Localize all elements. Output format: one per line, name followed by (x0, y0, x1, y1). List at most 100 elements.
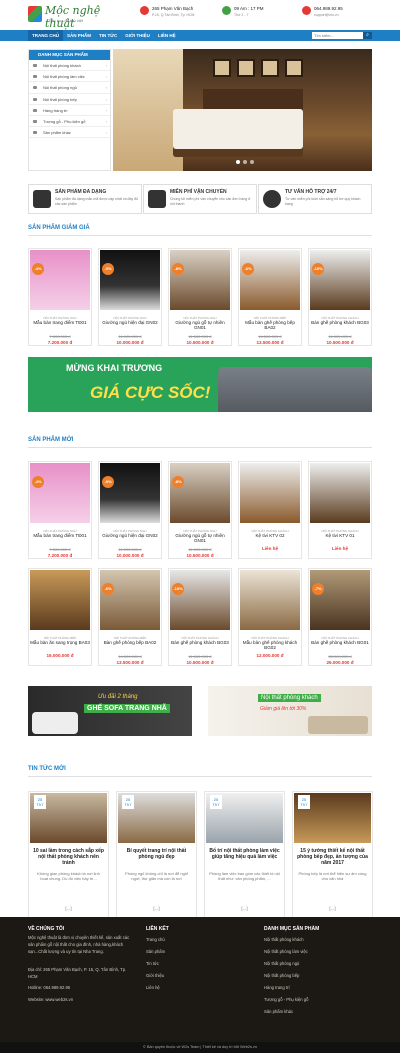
product-card[interactable]: -9% NỘI THẤT PHÒNG NGỦ Giường ngủ hiện đại… (98, 461, 162, 559)
footer-cat-decor[interactable]: Hàng trang trí (264, 985, 290, 990)
product-image[interactable] (240, 250, 300, 310)
product-card[interactable]: -10% NỘI THẤT PHÒNG KHÁCH Bàn ghế phòng kh… (168, 568, 232, 666)
product-image[interactable] (170, 250, 230, 310)
search-icon[interactable]: ⌕ (363, 32, 372, 39)
nav-products[interactable]: SẢN PHẨM (63, 30, 95, 41)
product-card[interactable]: NỘI THẤT PHÒNG KHÁCH Kệ tivi KTV 02 Liên h… (238, 461, 302, 559)
product-card[interactable]: -8% NỘI THẤT PHÒNG NGỦ Giường ngủ gỗ tự nh… (168, 248, 232, 346)
sidebar-item-other[interactable]: Sản phẩm khác (29, 127, 110, 139)
news-title[interactable]: 15 ý tưởng thiết kế nội thất phòng bếp đ… (296, 848, 369, 866)
product-name[interactable]: Giường ngủ gỗ tự nhiên GN01 (170, 320, 230, 330)
news-read-more[interactable]: [...] (29, 906, 108, 911)
feature-variety: SẢN PHẨM ĐA DẠNG Sản phẩm đa dạng mẫu mã… (28, 184, 142, 214)
product-image[interactable] (30, 570, 90, 630)
ad-sofa[interactable]: Ưu đãi 2 tháng GHẾ SOFA TRANG NHÃ (28, 686, 192, 736)
product-card[interactable]: NỘI THẤT PHÒNG BẾP Mẫu bàn ăn sang trọng … (28, 568, 92, 666)
promo-banner[interactable]: MỪNG KHAI TRƯƠNG GIÁ CỰC SỐC! (28, 357, 372, 412)
product-name[interactable]: Mẫu bàn ghế phòng bếp BA02 (240, 320, 300, 330)
feature-title: TƯ VẤN HỖ TRỢ 24/7 (285, 189, 337, 195)
footer-link-news[interactable]: Tin tức (146, 961, 159, 966)
product-image[interactable] (240, 570, 300, 630)
footer-link-contact[interactable]: Liên hệ (146, 985, 160, 990)
sidebar-item-living[interactable]: Nội thất phòng khách (29, 60, 110, 72)
footer-cat-other[interactable]: Sản phẩm khác (264, 1009, 293, 1014)
news-card[interactable]: 25 Th7 10 sai lầm trong cách sắp xếp nội t… (28, 791, 109, 919)
ad-living[interactable]: Nội thất phòng khách Giảm giá lên tới 30… (208, 686, 372, 736)
product-image[interactable] (170, 570, 230, 630)
product-name[interactable]: Giường ngủ hiện đại GN02 (100, 533, 160, 538)
product-card[interactable]: NỘI THẤT PHÒNG KHÁCH Mẫu bàn ghế phòng kh… (238, 568, 302, 666)
news-title[interactable]: 10 sai lầm trong cách sắp xếp nội thất p… (32, 848, 105, 866)
footer-cat-kitchen[interactable]: Nội thất phòng bếp (264, 973, 299, 978)
footer-cat-statues[interactable]: Tượng gỗ - Phụ kiện gỗ (264, 997, 308, 1002)
product-name[interactable]: Bàn ghế phòng khách BG01 (310, 640, 370, 645)
sidebar-item-decor[interactable]: Hàng trang trí (29, 105, 110, 116)
footer-link-about[interactable]: Giới thiệu (146, 973, 164, 978)
news-read-more[interactable]: [...] (205, 906, 284, 911)
product-price: 13.500.000 đ (116, 660, 144, 665)
sidebar-item-office[interactable]: Nội thất phòng làm việc (29, 71, 110, 83)
news-read-more[interactable]: [...] (293, 906, 372, 911)
slider-dot[interactable] (243, 160, 247, 164)
footer-website[interactable]: Website: www.web2s.vn (28, 997, 73, 1004)
sidebar-item-bedroom[interactable]: Nội thất phòng ngủ (29, 82, 110, 94)
product-image[interactable] (240, 463, 300, 523)
product-image[interactable] (310, 250, 370, 310)
product-price: 13.500.000 đ (256, 340, 284, 345)
news-read-more[interactable]: [...] (117, 906, 196, 911)
product-name[interactable]: Mẫu bàn ăn sang trọng BA03 (30, 640, 90, 645)
product-card[interactable]: NỘI THẤT PHÒNG KHÁCH Kệ tivi KTV 01 Liên h… (308, 461, 372, 559)
sidebar-item-wood-statues[interactable]: Tượng gỗ - Phụ kiện gỗ (29, 116, 110, 128)
product-card[interactable]: -6% NỘI THẤT PHÒNG BẾP Bàn ghế phòng bếp B… (98, 568, 162, 666)
product-name[interactable]: Mẫu bàn ghế phòng khách BG02 (240, 640, 300, 650)
footer-cat-office[interactable]: Nội thất phòng làm việc (264, 949, 308, 954)
email-text[interactable]: support@nlo.vn (314, 12, 343, 18)
news-card[interactable]: 25 Th7 Bố trí nội thất phòng làm việc giúp… (204, 791, 285, 919)
product-card[interactable]: -6% NỘI THẤT PHÒNG BẾP Mẫu bàn ghế phòng b… (238, 248, 302, 346)
nav-news[interactable]: TIN TỨC (95, 30, 121, 41)
product-name[interactable]: Giường ngủ gỗ tự nhiên GN01 (170, 533, 230, 543)
product-image[interactable] (310, 570, 370, 630)
product-name[interactable]: Kệ tivi KTV 01 (310, 533, 370, 538)
product-card[interactable]: -4% NỘI THẤT PHÒNG NGỦ Mẫu bàn trang điểm … (28, 248, 92, 346)
product-image[interactable] (30, 250, 90, 310)
hero-slider[interactable] (113, 49, 372, 171)
product-name[interactable]: Mẫu bàn trang điểm TĐ01 (30, 320, 90, 325)
sidebar-item-kitchen[interactable]: Nội thất phòng bếp (29, 94, 110, 105)
product-image[interactable] (170, 463, 230, 523)
nav-contact[interactable]: LIÊN HỆ (154, 30, 180, 41)
product-name[interactable]: Bàn ghế phòng khách BG03 (170, 640, 230, 645)
news-card[interactable]: 25 Th7 Bí quyết trang trí nội thất phòng n… (116, 791, 197, 919)
product-image[interactable] (100, 570, 160, 630)
product-image[interactable] (310, 463, 370, 523)
product-card[interactable]: -8% NỘI THẤT PHÒNG NGỦ Giường ngủ gỗ tự nh… (168, 461, 232, 559)
product-card[interactable]: -7% NỘI THẤT PHÒNG KHÁCH Bàn ghế phòng khá… (308, 568, 372, 666)
news-title[interactable]: Bố trí nội thất phòng làm việc giúp tăng… (208, 848, 281, 860)
product-card[interactable]: -9% NỘI THẤT PHÒNG NGỦ Giường ngủ hiện đại… (98, 248, 162, 346)
site-logo[interactable]: Mộc nghệ thuật Tinh hoa đồ thủ việt (28, 4, 108, 30)
news-title[interactable]: Bí quyết trang trí nội thất phòng ngủ đẹ… (120, 848, 193, 860)
news-card[interactable]: 25 Th7 15 ý tưởng thiết kế nội thất phòng … (292, 791, 373, 919)
map-pin-icon (140, 6, 149, 15)
product-name[interactable]: Bàn ghế phòng bếp BA02 (100, 640, 160, 645)
product-name[interactable]: Mẫu bàn trang điểm TĐ01 (30, 533, 90, 538)
product-image[interactable] (100, 250, 160, 310)
footer-link-home[interactable]: Trang chủ (146, 937, 165, 942)
product-name[interactable]: Bàn ghế phòng khách BG03 (310, 320, 370, 325)
product-card[interactable]: -4% NỘI THẤT PHÒNG NGỦ Mẫu bàn trang điểm … (28, 461, 92, 559)
nav-about[interactable]: GIỚI THIỆU (121, 30, 154, 41)
slider-dot[interactable] (236, 160, 240, 164)
product-image[interactable] (100, 463, 160, 523)
product-name[interactable]: Kệ tivi KTV 02 (240, 533, 300, 538)
nav-home[interactable]: TRANG CHỦ (28, 30, 63, 41)
product-card[interactable]: -10% NỘI THẤT PHÒNG KHÁCH Bàn ghế phòng kh… (308, 248, 372, 346)
footer-link-products[interactable]: Sản phẩm (146, 949, 165, 954)
footer-cat-living[interactable]: Nội thất phòng khách (264, 937, 304, 942)
product-price: 16.000.000 đ (46, 653, 74, 658)
product-image[interactable] (30, 463, 90, 523)
section-title-news: TIN TỨC MỚI (28, 766, 66, 772)
product-name[interactable]: Giường ngủ hiện đại GN02 (100, 320, 160, 325)
slider-dot[interactable] (250, 160, 254, 164)
news-month: Th7 (300, 802, 308, 807)
footer-cat-bedroom[interactable]: Nội thất phòng ngủ (264, 961, 299, 966)
